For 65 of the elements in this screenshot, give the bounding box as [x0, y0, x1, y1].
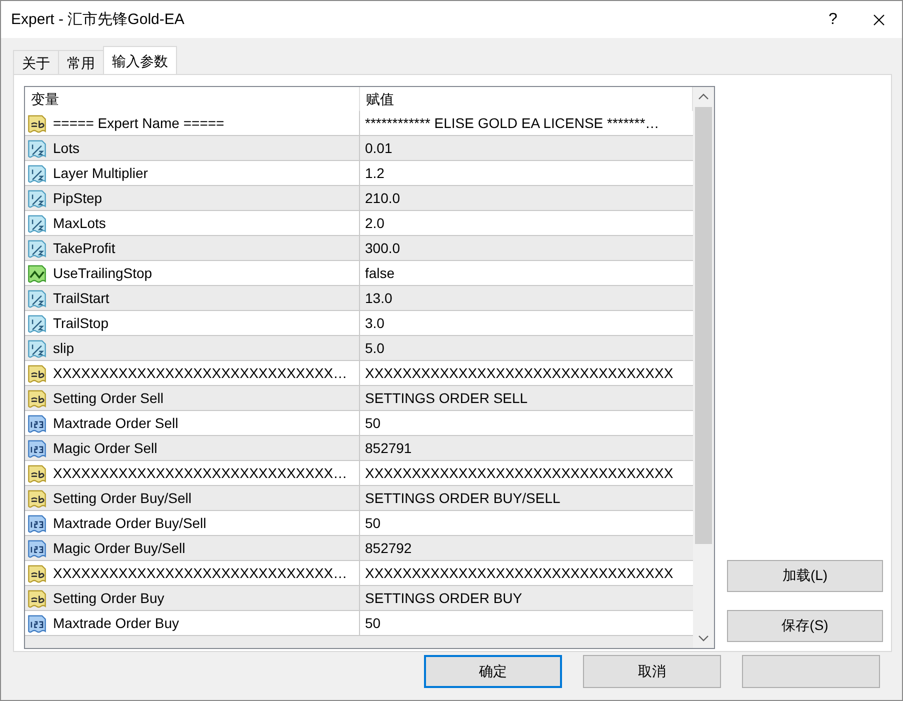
- side-button[interactable]: 保存(S): [727, 610, 883, 642]
- text-type-icon: [27, 363, 47, 383]
- help-button[interactable]: ?: [810, 1, 856, 38]
- dialog-button[interactable]: 取消: [583, 655, 721, 688]
- parameter-name-cell[interactable]: Maxtrade Order Buy/Sell: [25, 511, 360, 536]
- scrollbar[interactable]: [693, 87, 714, 648]
- switch-type-icon: [27, 263, 47, 283]
- parameter-name-cell[interactable]: PipStep: [25, 186, 360, 211]
- parameter-name-cell[interactable]: Maxtrade Order Buy: [25, 611, 360, 636]
- fraction-type-icon: [27, 138, 47, 158]
- text-type-icon: [27, 388, 47, 408]
- parameter-name-cell[interactable]: XXXXXXXXXXXXXXXXXXXXXXXXXXXXXX…: [25, 361, 360, 386]
- parameter-name-cell[interactable]: MaxLots: [25, 211, 360, 236]
- parameter-name-cell[interactable]: Lots: [25, 136, 360, 161]
- parameter-name-cell[interactable]: Setting Order Buy/Sell: [25, 486, 360, 511]
- dialog-button[interactable]: [742, 655, 880, 688]
- dialog-button[interactable]: 确定: [424, 655, 562, 688]
- parameter-value-cell[interactable]: 1.2: [360, 161, 693, 186]
- parameter-value-cell[interactable]: XXXXXXXXXXXXXXXXXXXXXXXXXXXXXXXXX: [360, 461, 693, 486]
- parameter-name-cell[interactable]: TrailStart: [25, 286, 360, 311]
- parameter-name-cell[interactable]: ===== Expert Name =====: [25, 111, 360, 136]
- parameter-value-cell[interactable]: 50: [360, 411, 693, 436]
- parameter-name-cell[interactable]: Maxtrade Order Sell: [25, 411, 360, 436]
- parameter-value-cell[interactable]: 50: [360, 611, 693, 636]
- parameter-name-cell[interactable]: XXXXXXXXXXXXXXXXXXXXXXXXXXXXXX…: [25, 561, 360, 586]
- parameter-name-cell[interactable]: TrailStop: [25, 311, 360, 336]
- parameter-name-cell[interactable]: Setting Order Sell: [25, 386, 360, 411]
- parameter-name-cell[interactable]: XXXXXXXXXXXXXXXXXXXXXXXXXXXXXX…: [25, 461, 360, 486]
- number-type-icon: [27, 538, 47, 558]
- window-title: Expert - 汇市先锋Gold-EA: [11, 10, 186, 29]
- fraction-type-icon: [27, 163, 47, 183]
- number-type-icon: [27, 413, 47, 433]
- text-type-icon: [27, 113, 47, 133]
- parameter-value-cell[interactable]: 2.0: [360, 211, 693, 236]
- fraction-type-icon: [27, 213, 47, 233]
- number-type-icon: [27, 438, 47, 458]
- parameter-name-cell[interactable]: Setting Order Buy: [25, 586, 360, 611]
- text-type-icon: [27, 588, 47, 608]
- scroll-thumb[interactable]: [695, 107, 712, 544]
- fraction-type-icon: [27, 288, 47, 308]
- close-icon: [873, 14, 885, 26]
- parameter-name-cell[interactable]: UseTrailingStop: [25, 261, 360, 286]
- parameter-value-cell[interactable]: ************ ELISE GOLD EA LICENSE *******…: [360, 111, 693, 136]
- parameter-value-cell[interactable]: 3.0: [360, 311, 693, 336]
- parameter-value-cell[interactable]: false: [360, 261, 693, 286]
- tab[interactable]: 输入参数: [103, 46, 177, 74]
- text-type-icon: [27, 463, 47, 483]
- parameter-value-cell[interactable]: XXXXXXXXXXXXXXXXXXXXXXXXXXXXXXXXX: [360, 561, 693, 586]
- side-button[interactable]: 加载(L): [727, 560, 883, 592]
- fraction-type-icon: [27, 313, 47, 333]
- text-type-icon: [27, 563, 47, 583]
- fraction-type-icon: [27, 338, 47, 358]
- text-type-icon: [27, 488, 47, 508]
- parameter-name-cell[interactable]: Layer Multiplier: [25, 161, 360, 186]
- fraction-type-icon: [27, 188, 47, 208]
- tab[interactable]: 关于: [13, 50, 59, 74]
- number-type-icon: [27, 613, 47, 633]
- parameter-name-cell[interactable]: TakeProfit: [25, 236, 360, 261]
- parameter-value-cell[interactable]: 50: [360, 511, 693, 536]
- parameter-value-cell[interactable]: XXXXXXXXXXXXXXXXXXXXXXXXXXXXXXXXX: [360, 361, 693, 386]
- parameter-name-cell[interactable]: Magic Order Buy/Sell: [25, 536, 360, 561]
- number-type-icon: [27, 513, 47, 533]
- fraction-type-icon: [27, 238, 47, 258]
- parameter-name-cell[interactable]: slip: [25, 336, 360, 361]
- parameter-name-cell[interactable]: Magic Order Sell: [25, 436, 360, 461]
